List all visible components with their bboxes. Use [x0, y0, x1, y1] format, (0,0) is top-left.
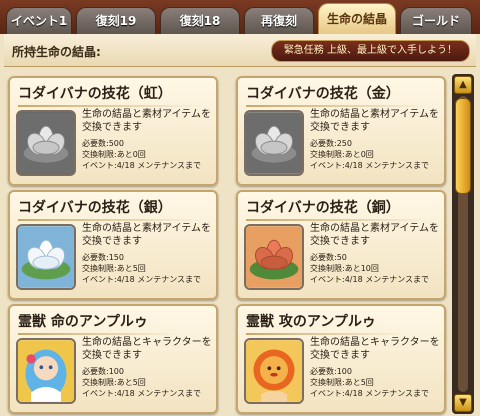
scroll-down-icon[interactable]: ▼	[454, 394, 472, 412]
item-title: コダイバナの技花（虹）	[18, 83, 202, 107]
exchange-item-copper[interactable]: コダイバナの技花（銅） 生命の結晶と素材アイテムを交換できます 必要数:50 交…	[236, 190, 446, 300]
tab-revival18[interactable]: 復刻18	[160, 7, 240, 34]
exchange-item-spirit-life[interactable]: 霊獣 命のアンプルゥ 生命の結晶とキャラクターを交換できます 必要数:100 交…	[8, 304, 218, 414]
item-period: イベント:4/18 メンテナンスまで	[82, 389, 202, 398]
tab-life-crystal[interactable]: 生命の結晶	[318, 3, 396, 34]
exchange-item-gold[interactable]: コダイバナの技花（金） 生命の結晶と素材アイテムを交換できます 必要数:250 …	[236, 76, 446, 186]
item-limit: 交換制限:あと10回	[310, 264, 379, 273]
tab-event1[interactable]: イベント1	[6, 7, 72, 34]
item-cost: 必要数:100	[310, 367, 352, 376]
item-period: イベント:4/18 メンテナンスまで	[310, 275, 430, 284]
lotus-silver-icon	[244, 110, 304, 176]
item-info: 必要数:100 交換制限:あと5回 イベント:4/18 メンテナンスまで	[82, 366, 216, 399]
item-description: 生命の結晶と素材アイテムを交換できます	[82, 109, 211, 133]
item-cost: 必要数:100	[82, 367, 124, 376]
item-info: 必要数:50 交換制限:あと10回 イベント:4/18 メンテナンスまで	[310, 252, 444, 285]
spirit-blue-icon	[16, 338, 76, 404]
item-period: イベント:4/18 メンテナンスまで	[310, 389, 430, 398]
item-cost: 必要数:250	[310, 139, 352, 148]
item-info: 必要数:100 交換制限:あと5回 イベント:4/18 メンテナンスまで	[310, 366, 444, 399]
owned-crystal-label: 所持生命の結晶:	[12, 45, 101, 59]
item-cost: 必要数:50	[310, 253, 347, 262]
acquire-notice: 緊急任務 上級、最上級で入手しよう！	[270, 40, 470, 62]
item-title: 霊獣 命のアンプルゥ	[18, 311, 178, 335]
item-title: コダイバナの技花（金）	[246, 83, 430, 107]
scroll-up-icon[interactable]: ▲	[454, 76, 472, 94]
item-period: イベント:4/18 メンテナンスまで	[82, 275, 202, 284]
item-description: 生命の結晶とキャラクターを交換できます	[310, 337, 440, 361]
item-info: 必要数:150 交換制限:あと5回 イベント:4/18 メンテナンスまで	[82, 252, 216, 285]
item-info: 必要数:500 交換制限:あと0回 イベント:4/18 メンテナンスまで	[82, 138, 216, 171]
tab-rerevival[interactable]: 再復刻	[244, 7, 314, 34]
item-period: イベント:4/18 メンテナンスまで	[82, 161, 202, 170]
item-title: コダイバナの技花（銅）	[246, 197, 430, 221]
item-description: 生命の結晶と素材アイテムを交換できます	[82, 223, 211, 247]
item-title: 霊獣 攻のアンプルゥ	[246, 311, 406, 335]
item-description: 生命の結晶とキャラクターを交換できます	[82, 337, 212, 361]
item-period: イベント:4/18 メンテナンスまで	[310, 161, 430, 170]
item-limit: 交換制限:あと5回	[310, 378, 374, 387]
crystal-header: 所持生命の結晶: 緊急任務 上級、最上級で入手しよう！	[4, 34, 476, 67]
item-limit: 交換制限:あと5回	[82, 378, 146, 387]
item-description: 生命の結晶と素材アイテムを交換できます	[310, 109, 439, 133]
tab-revival19[interactable]: 復刻19	[76, 7, 156, 34]
spirit-red-icon	[244, 338, 304, 404]
exchange-list: コダイバナの技花（虹） 生命の結晶と素材アイテムを交換できます 必要数:500 …	[4, 70, 450, 416]
item-title: コダイバナの技花（銀）	[18, 197, 202, 221]
exchange-item-rainbow[interactable]: コダイバナの技花（虹） 生命の結晶と素材アイテムを交換できます 必要数:500 …	[8, 76, 218, 186]
lotus-white-icon	[16, 224, 76, 290]
item-cost: 必要数:500	[82, 139, 124, 148]
lotus-copper-icon	[244, 224, 304, 290]
item-info: 必要数:250 交換制限:あと0回 イベント:4/18 メンテナンスまで	[310, 138, 444, 171]
exchange-item-spirit-attack[interactable]: 霊獣 攻のアンプルゥ 生命の結晶とキャラクターを交換できます 必要数:100 交…	[236, 304, 446, 414]
item-limit: 交換制限:あと0回	[82, 150, 146, 159]
exchange-item-silver[interactable]: コダイバナの技花（銀） 生命の結晶と素材アイテムを交換できます 必要数:150 …	[8, 190, 218, 300]
scroll-thumb[interactable]	[455, 98, 471, 194]
item-cost: 必要数:150	[82, 253, 124, 262]
tab-bar: イベント1 復刻19 復刻18 再復刻 生命の結晶 ゴールド	[0, 0, 480, 34]
tab-gold[interactable]: ゴールド	[400, 7, 472, 34]
scrollbar[interactable]: ▲ ▼	[452, 74, 474, 414]
item-limit: 交換制限:あと0回	[310, 150, 374, 159]
lotus-silver-icon	[16, 110, 76, 176]
item-limit: 交換制限:あと5回	[82, 264, 146, 273]
item-description: 生命の結晶と素材アイテムを交換できます	[310, 223, 439, 247]
